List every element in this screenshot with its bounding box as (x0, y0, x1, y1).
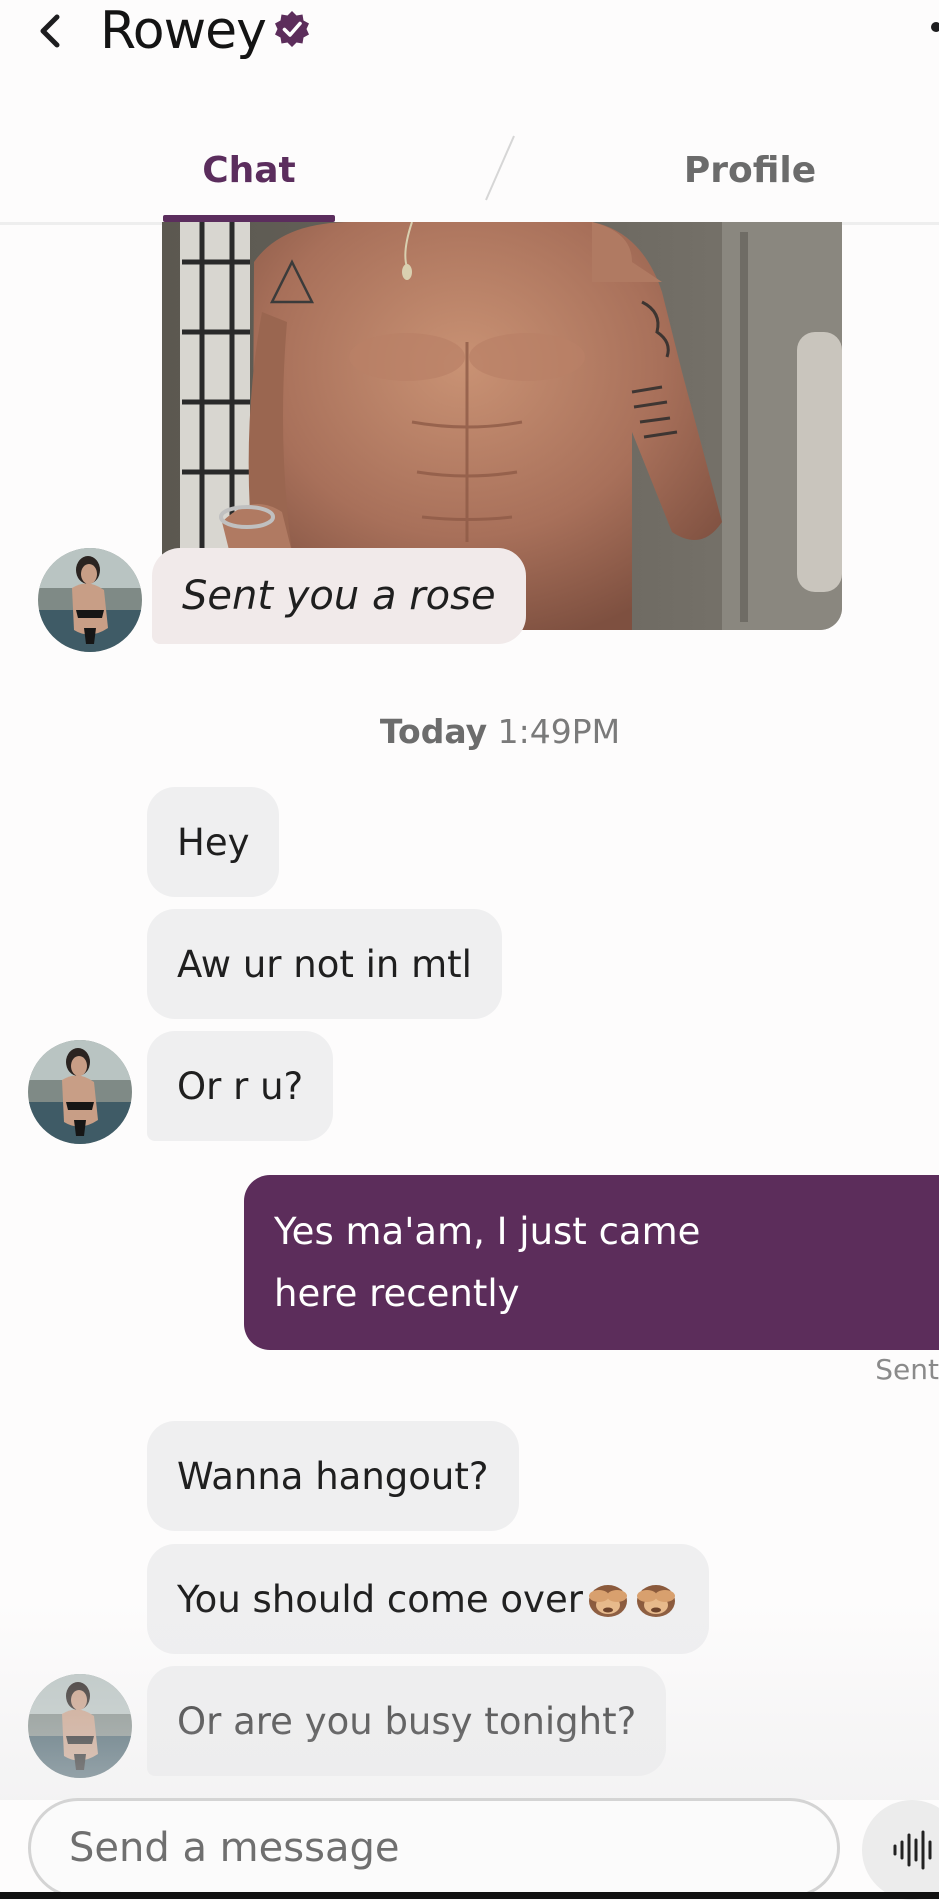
contact-avatar[interactable] (38, 548, 142, 652)
message-text: Or are you busy tonight? (177, 1699, 637, 1743)
timestamp-time: 1:49PM (497, 712, 621, 751)
message-text: You should come over (177, 1577, 583, 1621)
message-text: Aw ur not in mtl (177, 942, 472, 986)
tab-bar: Chat Profile (0, 120, 939, 225)
more-dots-icon (931, 22, 939, 32)
contact-avatar[interactable] (28, 1040, 132, 1144)
chevron-left-icon (40, 14, 60, 48)
message-text: Yes ma'am, I just came here recently (274, 1209, 701, 1315)
outgoing-message[interactable]: Yes ma'am, I just came here recently (244, 1175, 939, 1350)
bottom-edge (0, 1892, 939, 1899)
timestamp-day: Today (379, 712, 488, 751)
verified-badge-icon (274, 11, 309, 47)
incoming-message[interactable]: Wanna hangout? (147, 1421, 519, 1531)
message-timestamp: Today 1:49PM (0, 712, 939, 751)
message-text: Wanna hangout? (177, 1454, 489, 1498)
contact-name[interactable]: Rowey (100, 1, 267, 61)
message-input[interactable] (67, 1824, 771, 1872)
see-no-evil-monkey-icon (588, 1585, 627, 1617)
message-composer (28, 1798, 840, 1898)
incoming-message[interactable]: Aw ur not in mtl (147, 909, 502, 1019)
see-no-evil-monkey-icon (636, 1585, 675, 1617)
more-options-button[interactable] (925, 22, 939, 36)
back-button[interactable] (30, 6, 70, 56)
chat-header: Rowey (100, 0, 312, 62)
incoming-message[interactable]: Or r u? (147, 1031, 334, 1141)
voice-wave-icon (893, 1830, 932, 1870)
tab-profile[interactable]: Profile (640, 120, 860, 220)
incoming-message[interactable]: You should come over (147, 1544, 709, 1654)
message-text: Hey (177, 820, 250, 864)
active-tab-indicator (163, 215, 335, 222)
voice-message-button[interactable] (862, 1800, 939, 1900)
incoming-message[interactable]: Hey (147, 787, 280, 897)
contact-avatar[interactable] (28, 1674, 132, 1778)
incoming-message[interactable]: Or are you busy tonight? (147, 1666, 667, 1776)
tab-divider (485, 135, 515, 201)
message-text: Or r u? (177, 1064, 304, 1108)
message-status: Sent (875, 1353, 939, 1386)
rose-message-bubble[interactable]: Sent you a rose (152, 548, 526, 644)
rose-message-text: Sent you a rose (182, 573, 496, 619)
tab-chat[interactable]: Chat (163, 120, 335, 220)
